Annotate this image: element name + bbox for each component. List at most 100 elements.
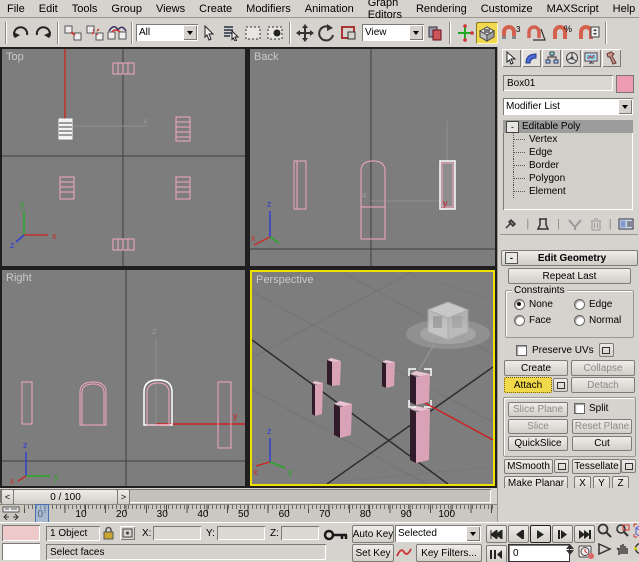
radio-normal[interactable] [574, 315, 585, 326]
new-key-filter-curve-icon[interactable] [396, 545, 412, 559]
stack-item-editable-poly[interactable]: - Editable Poly [503, 120, 633, 133]
stack-subobject-item[interactable]: Border [503, 159, 633, 172]
msmooth-button[interactable]: MSmooth [504, 459, 553, 474]
frame-spinner[interactable] [566, 544, 574, 555]
angle-snap-icon[interactable] [524, 22, 550, 44]
selection-lock-icon[interactable] [102, 526, 115, 540]
modifier-list-dropdown[interactable]: Modifier List [503, 98, 633, 115]
dropdown-arrow-icon[interactable] [466, 526, 480, 541]
attach-settings-button[interactable] [553, 378, 568, 392]
menu-item[interactable]: Edit [32, 2, 65, 16]
selection-filter-dropdown[interactable]: All [136, 24, 198, 41]
window-crossing-icon[interactable] [264, 22, 286, 44]
current-frame-field[interactable]: 0 [508, 544, 570, 562]
menu-item[interactable]: Group [104, 2, 149, 16]
redo-icon[interactable] [32, 22, 54, 44]
attach-button[interactable]: Attach [504, 377, 552, 393]
configure-modifier-sets-icon[interactable] [618, 217, 634, 231]
selection-set-dropdown[interactable]: Selected [395, 525, 481, 542]
zoom-all-icon[interactable] [615, 523, 630, 538]
time-configuration-icon[interactable] [578, 544, 594, 560]
pan-hand-icon[interactable] [615, 541, 630, 556]
tab-utilities[interactable] [602, 49, 621, 67]
constraint-normal[interactable]: Normal [574, 315, 621, 326]
rectangular-selection-region-icon[interactable] [242, 22, 264, 44]
make-unique-icon[interactable] [567, 217, 583, 231]
detach-button[interactable]: Detach [571, 377, 635, 393]
track-bar[interactable]: 0102030405060708090100 [0, 504, 497, 522]
spinner-snap-icon[interactable] [576, 22, 602, 44]
viewport-top[interactable]: Top x [2, 49, 245, 266]
key-filters-button[interactable]: Key Filters... [416, 544, 482, 562]
stack-subobject-item[interactable]: Edge [503, 146, 633, 159]
menu-item[interactable]: Rendering [409, 2, 474, 16]
zoom-extents-icon[interactable] [633, 523, 639, 538]
undo-icon[interactable] [10, 22, 32, 44]
remove-modifier-icon[interactable] [590, 217, 602, 231]
dropdown-arrow-icon[interactable] [409, 25, 423, 40]
menu-item[interactable]: Help [606, 2, 639, 16]
angle-snap-toggle-icon[interactable]: 3 [498, 22, 524, 44]
collapse-button[interactable]: Collapse [571, 360, 635, 376]
tab-motion[interactable] [562, 49, 581, 67]
viewport-back[interactable]: Back x y [250, 49, 495, 266]
slice-plane-button[interactable]: Slice Plane [508, 402, 568, 417]
key-mode-toggle-icon[interactable] [486, 545, 507, 562]
x-coord-field[interactable] [153, 526, 201, 540]
viewport-perspective[interactable]: Perspective [250, 270, 495, 486]
quickslice-button[interactable]: QuickSlice [508, 436, 568, 451]
collapse-minus-icon[interactable]: - [506, 121, 519, 133]
auto-key-button[interactable]: Auto Key [352, 525, 394, 543]
menu-item[interactable]: Create [192, 2, 239, 16]
use-pivot-point-center-icon[interactable] [424, 22, 446, 44]
absolute-offset-mode-icon[interactable] [120, 526, 135, 540]
stack-subobject-item[interactable]: Vertex [503, 133, 633, 146]
tab-hierarchy[interactable] [542, 49, 561, 67]
stack-subobject-item[interactable]: Polygon [503, 172, 633, 185]
arc-rotate-icon[interactable] [633, 541, 639, 556]
menu-item[interactable]: MAXScript [540, 2, 606, 16]
menu-item[interactable]: Views [149, 2, 192, 16]
y-coord-field[interactable] [217, 526, 265, 540]
slice-button[interactable]: Slice [508, 419, 568, 434]
bind-to-space-warp-icon[interactable] [106, 22, 128, 44]
go-to-start-button[interactable] [486, 525, 507, 543]
next-frame-button[interactable] [552, 525, 573, 543]
preserve-uvs-checkbox[interactable] [516, 345, 527, 356]
percent-snap-icon[interactable]: % [550, 22, 576, 44]
snaps-toggle-icon[interactable] [476, 22, 498, 44]
mini-curve-editor-icon[interactable] [2, 506, 20, 520]
split-checkbox[interactable] [574, 403, 585, 414]
select-object-icon[interactable] [198, 22, 220, 44]
time-slider-handle[interactable]: 0 / 100 [13, 489, 118, 505]
stack-subobject-item[interactable]: Element [503, 185, 633, 198]
pin-stack-icon[interactable] [503, 217, 519, 231]
select-and-link-icon[interactable] [62, 22, 84, 44]
constraint-none[interactable]: None [514, 299, 553, 310]
repeat-last-button[interactable]: Repeat Last [508, 268, 631, 284]
previous-frame-button[interactable] [508, 525, 529, 543]
reset-plane-button[interactable]: Reset Plane [572, 419, 632, 434]
cut-button[interactable]: Cut [572, 436, 632, 451]
select-by-name-icon[interactable] [220, 22, 242, 44]
listener-line[interactable] [2, 543, 40, 560]
select-and-scale-icon[interactable] [338, 22, 360, 44]
go-to-end-button[interactable] [574, 525, 595, 543]
play-button[interactable] [530, 525, 551, 543]
preserve-uvs-settings-button[interactable] [599, 343, 614, 357]
create-button[interactable]: Create [504, 360, 568, 376]
rollout-collapse-icon[interactable]: - [505, 252, 518, 264]
select-and-move-icon[interactable] [294, 22, 316, 44]
dropdown-arrow-icon[interactable] [618, 99, 632, 114]
radio-face[interactable] [514, 315, 525, 326]
macro-recorder-line[interactable] [2, 525, 40, 541]
dropdown-arrow-icon[interactable] [183, 25, 197, 40]
current-frame-indicator[interactable] [35, 504, 49, 523]
menu-item[interactable]: Modifiers [239, 2, 298, 16]
radio-none[interactable] [514, 299, 525, 310]
set-keys-key-icon[interactable] [323, 527, 349, 543]
select-and-manipulate-icon[interactable] [454, 22, 476, 44]
z-coord-field[interactable] [281, 526, 319, 540]
tessellate-settings-button[interactable] [621, 459, 636, 473]
menu-item[interactable]: Tools [65, 2, 105, 16]
